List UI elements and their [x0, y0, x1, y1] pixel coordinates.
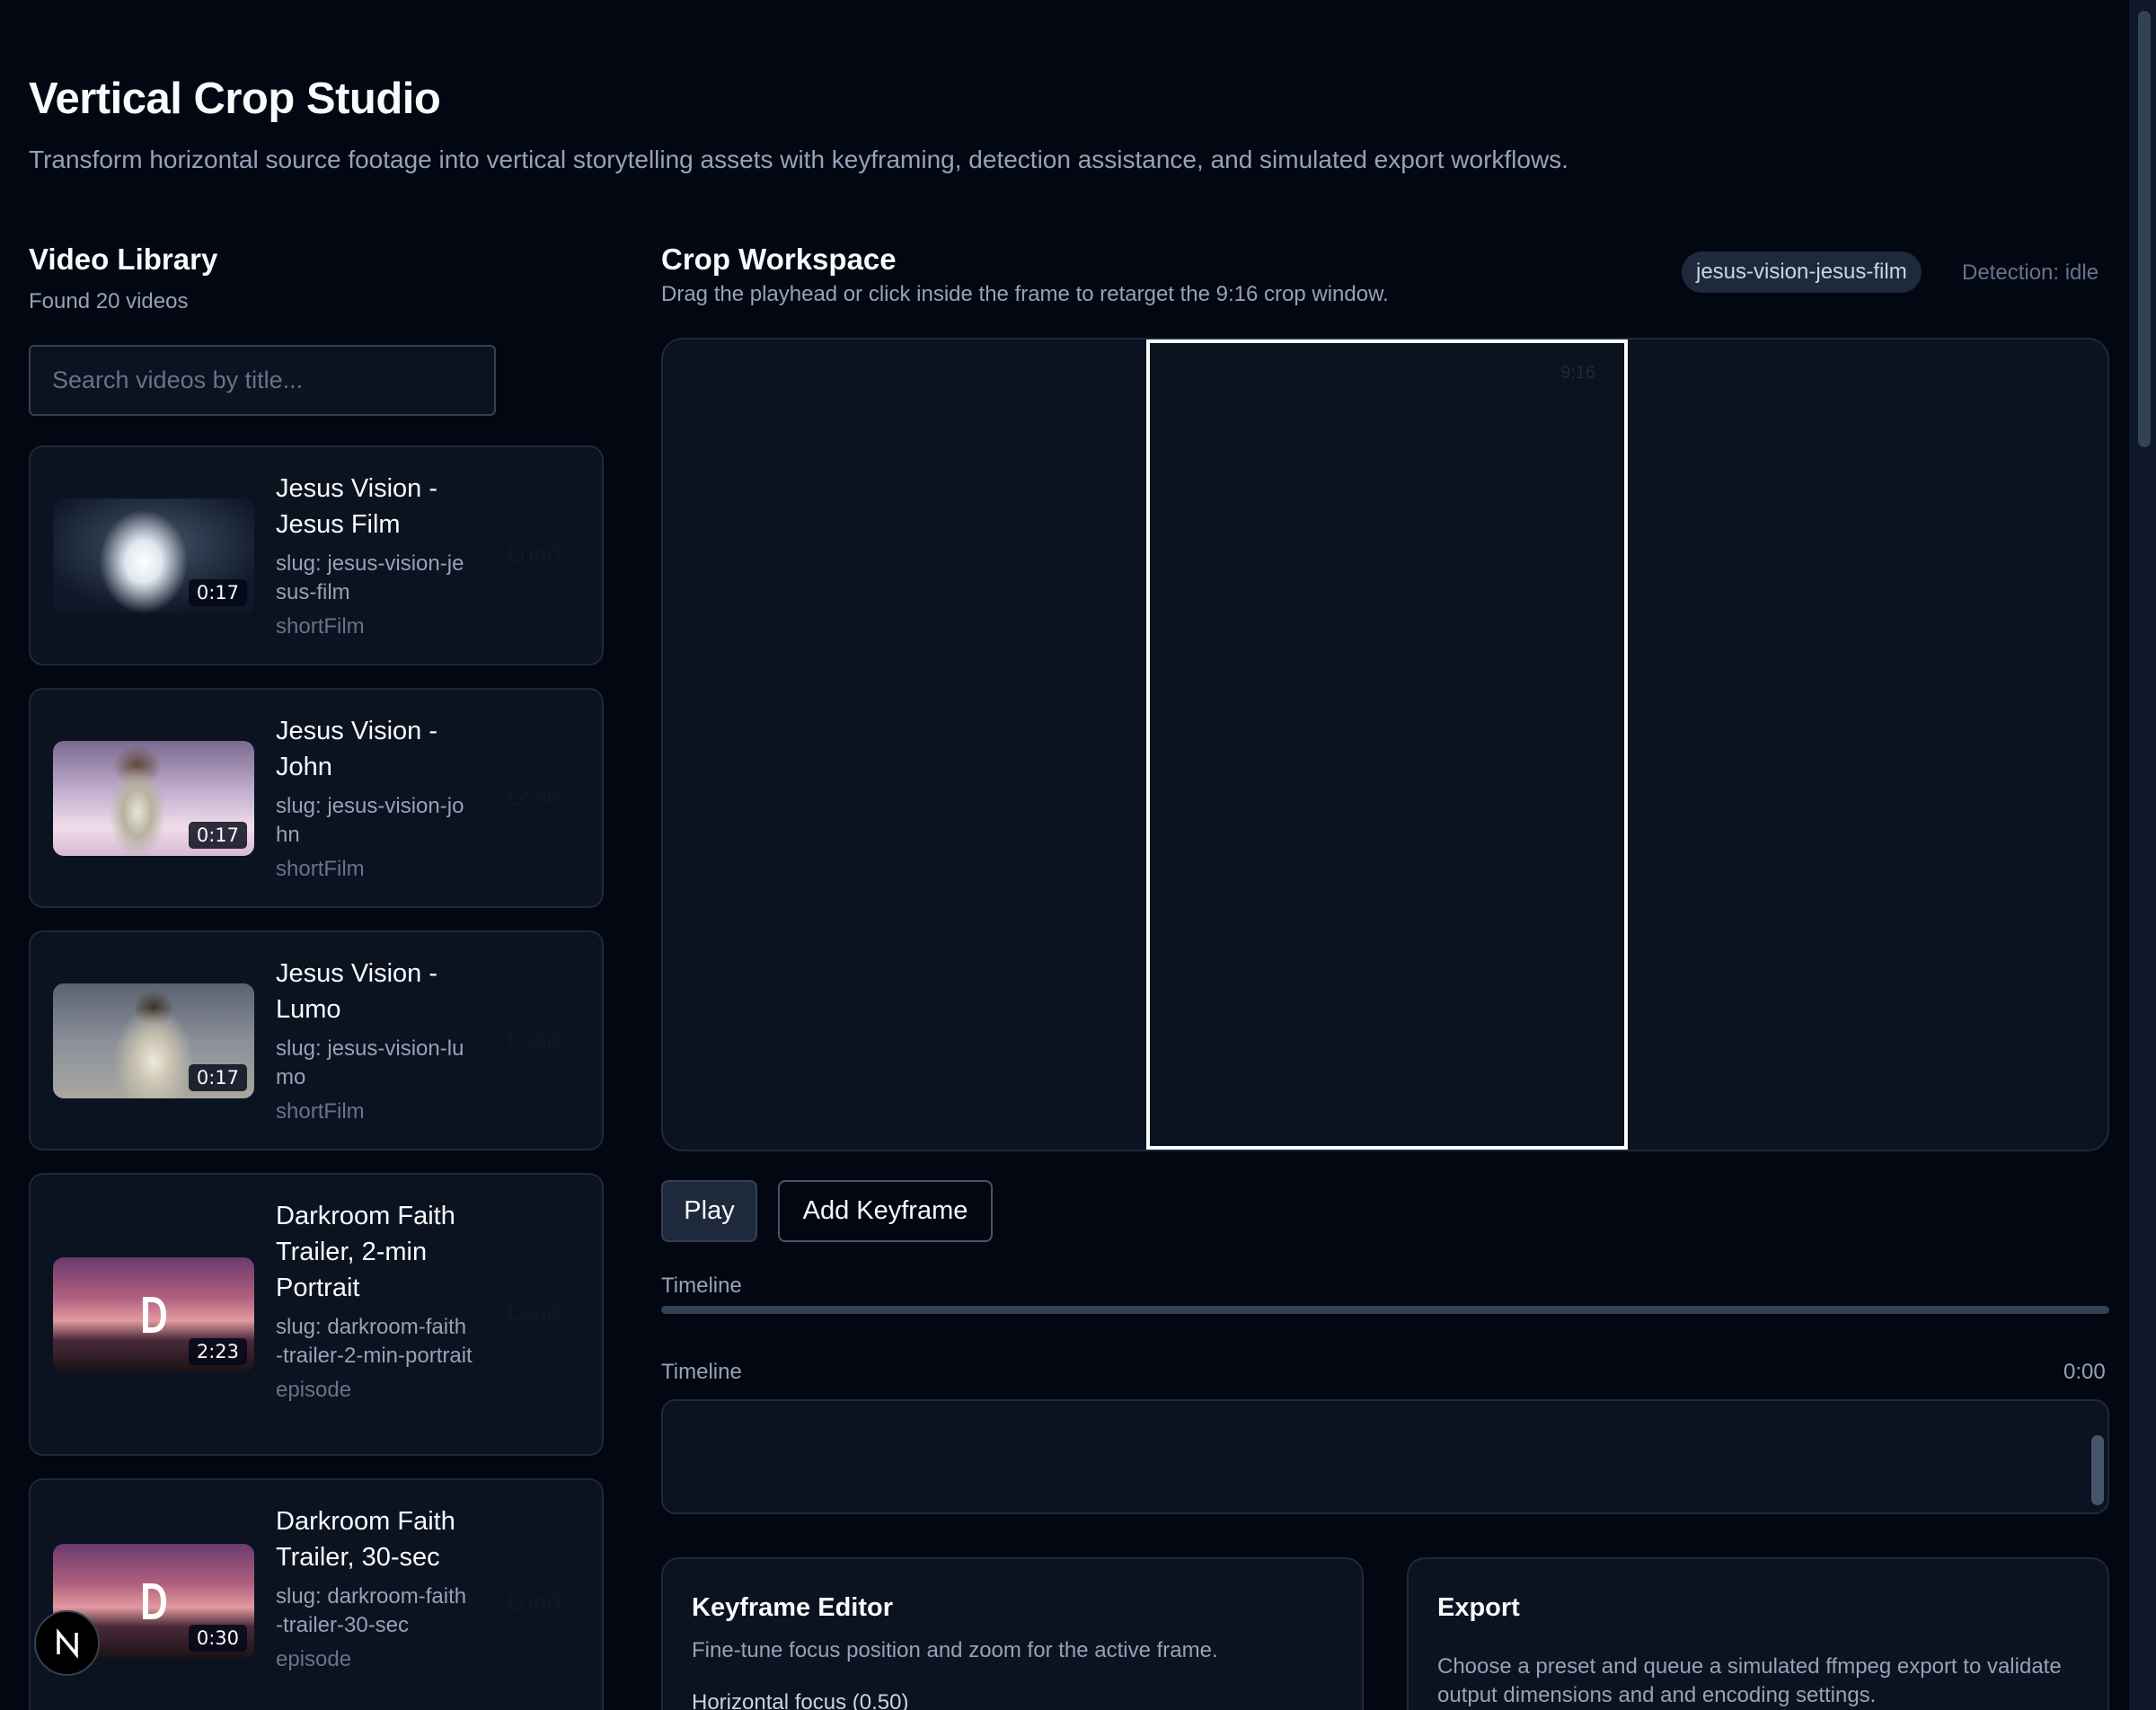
- video-type: episode: [276, 1378, 352, 1402]
- load-button[interactable]: Load: [507, 1588, 561, 1616]
- timeline-scrubber[interactable]: [661, 1306, 2109, 1314]
- detection-status: Detection: idle: [1962, 260, 2099, 285]
- load-button[interactable]: Load: [507, 1026, 561, 1053]
- next-logo-icon[interactable]: [34, 1610, 100, 1676]
- video-type: shortFilm: [276, 1099, 365, 1124]
- keyframe-editor-description: Fine-tune focus position and zoom for th…: [692, 1638, 1218, 1662]
- video-list: 0:17 Jesus Vision - Jesus Film slug: jes…: [29, 445, 604, 1710]
- load-button[interactable]: Load: [507, 541, 561, 569]
- video-card-darkroom-30sec[interactable]: 0:30 Darkroom Faith Trailer, 30-sec slug…: [29, 1478, 604, 1710]
- workspace-description: Drag the playhead or click inside the fr…: [661, 282, 1389, 306]
- timeline-track[interactable]: [661, 1399, 2109, 1514]
- timeline-time: 0:00: [2063, 1360, 2106, 1384]
- duration-badge: 0:17: [188, 822, 247, 849]
- duration-badge: 0:30: [188, 1625, 247, 1652]
- video-slug: slug: darkroom-faith-trailer-2-min-portr…: [276, 1315, 473, 1368]
- video-thumbnail: 0:17: [53, 983, 254, 1098]
- export-panel: Export Choose a preset and queue a simul…: [1407, 1557, 2109, 1710]
- crop-ratio-label: 9:16: [1560, 363, 1595, 383]
- video-slug: slug: jesus-vision-lumo: [276, 1036, 464, 1089]
- video-title: Darkroom Faith Trailer, 30-sec: [276, 1507, 455, 1572]
- video-title: Jesus Vision - Jesus Film: [276, 474, 437, 539]
- video-thumbnail: 2:23: [53, 1257, 254, 1372]
- duration-badge: 0:17: [188, 1064, 247, 1091]
- video-title: Jesus Vision - John: [276, 717, 437, 781]
- crop-frame[interactable]: 9:16: [661, 338, 2109, 1151]
- horizontal-focus-label: Horizontal focus (0.50): [692, 1690, 909, 1710]
- darkroom-logo-icon: [143, 1583, 166, 1619]
- keyframe-editor-panel: Keyframe Editor Fine-tune focus position…: [661, 1557, 1364, 1710]
- search-input[interactable]: [29, 345, 496, 416]
- app-title: Vertical Crop Studio: [29, 75, 441, 123]
- page-scrollbar[interactable]: [2129, 0, 2156, 1710]
- library-count: Found 20 videos: [29, 289, 189, 313]
- card-text: Jesus Vision - Jesus Film slug: jesus-vi…: [276, 471, 473, 641]
- export-title: Export: [1437, 1593, 1520, 1622]
- load-button[interactable]: Load: [507, 783, 561, 811]
- duration-badge: 2:23: [188, 1338, 247, 1365]
- timeline-scrollbar[interactable]: [2091, 1435, 2104, 1505]
- page-scrollbar-thumb[interactable]: [2138, 11, 2151, 447]
- play-button[interactable]: Play: [661, 1180, 757, 1242]
- page: Vertical Crop Studio Transform horizonta…: [0, 0, 2129, 1710]
- card-text: Darkroom Faith Trailer, 2-min Portrait s…: [276, 1198, 473, 1405]
- keyframe-editor-title: Keyframe Editor: [692, 1593, 894, 1622]
- crop-window[interactable]: 9:16: [1146, 339, 1628, 1150]
- video-thumbnail: 0:17: [53, 741, 254, 856]
- library-title: Video Library: [29, 242, 218, 276]
- video-card-john[interactable]: 0:17 Jesus Vision - John slug: jesus-vis…: [29, 688, 604, 908]
- video-type: episode: [276, 1647, 352, 1671]
- workspace-title: Crop Workspace: [661, 242, 897, 276]
- duration-badge: 0:17: [188, 579, 247, 606]
- card-text: Jesus Vision - John slug: jesus-vision-j…: [276, 713, 473, 884]
- video-title: Jesus Vision - Lumo: [276, 959, 437, 1024]
- video-type: shortFilm: [276, 857, 365, 881]
- card-text: Darkroom Faith Trailer, 30-sec slug: dar…: [276, 1503, 473, 1674]
- timeline-label: Timeline: [661, 1274, 742, 1298]
- video-card-jesus-film[interactable]: 0:17 Jesus Vision - Jesus Film slug: jes…: [29, 445, 604, 665]
- card-text: Jesus Vision - Lumo slug: jesus-vision-l…: [276, 956, 473, 1126]
- video-slug: slug: jesus-vision-john: [276, 794, 464, 847]
- load-button[interactable]: Load: [507, 1299, 561, 1327]
- export-description: Choose a preset and queue a simulated ff…: [1437, 1654, 2062, 1707]
- video-card-lumo[interactable]: 0:17 Jesus Vision - Lumo slug: jesus-vis…: [29, 930, 604, 1150]
- video-title: Darkroom Faith Trailer, 2-min Portrait: [276, 1202, 455, 1302]
- video-slug: slug: darkroom-faith-trailer-30-sec: [276, 1584, 467, 1637]
- video-card-darkroom-2min[interactable]: 2:23 Darkroom Faith Trailer, 2-min Portr…: [29, 1173, 604, 1456]
- n-letter-icon: [56, 1627, 78, 1659]
- video-type: shortFilm: [276, 614, 365, 639]
- app-subtitle: Transform horizontal source footage into…: [29, 145, 1568, 173]
- add-keyframe-button[interactable]: Add Keyframe: [778, 1180, 993, 1242]
- active-video-badge: jesus-vision-jesus-film: [1682, 251, 1922, 293]
- video-slug: slug: jesus-vision-jesus-film: [276, 551, 464, 604]
- timeline-track-label: Timeline: [661, 1360, 742, 1384]
- video-thumbnail: 0:17: [53, 498, 254, 613]
- darkroom-logo-icon: [143, 1297, 166, 1333]
